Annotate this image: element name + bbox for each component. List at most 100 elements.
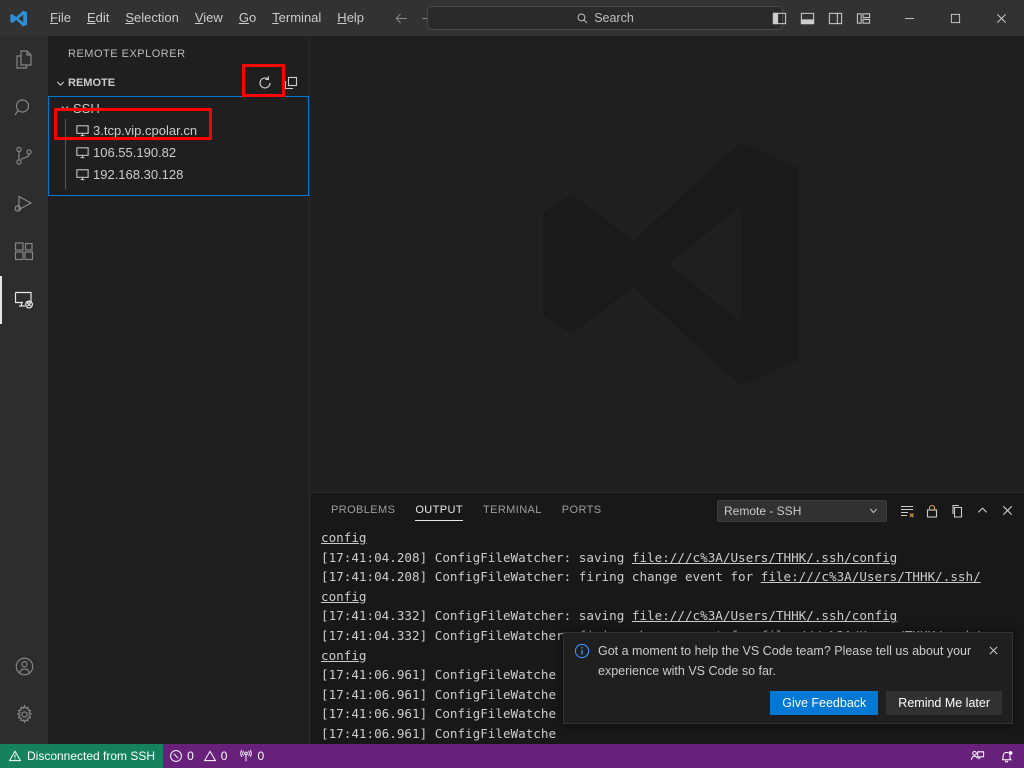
output-link[interactable]: config — [321, 530, 367, 545]
output-line: config — [321, 587, 1024, 607]
warning-triangle-icon — [203, 749, 217, 763]
window-right-controls — [766, 0, 1024, 36]
status-feedback[interactable] — [964, 744, 991, 768]
layout-panel-icon[interactable] — [794, 5, 820, 31]
output-link[interactable]: file:///c%3A/Users/THHK/.ssh/config — [632, 608, 897, 623]
output-text: [17:41:06.961] ConfigFileWatche — [321, 687, 556, 702]
tree-group-ssh[interactable]: SSH — [49, 97, 308, 119]
output-text: [17:41:04.208] ConfigFileWatcher: firing… — [321, 569, 761, 584]
output-text: [17:41:06.961] ConfigFileWatche — [321, 706, 556, 721]
window-close-button[interactable] — [978, 0, 1024, 36]
menu-help[interactable]: Help — [329, 7, 372, 29]
menu-file[interactable]: File — [42, 7, 79, 29]
gear-icon — [13, 703, 36, 726]
remind-me-later-button[interactable]: Remind Me later — [886, 691, 1002, 715]
panel-tab-ports[interactable]: PORTS — [552, 493, 612, 528]
output-line: [17:41:04.332] ConfigFileWatcher: saving… — [321, 606, 1024, 626]
layout-sidebar-left-icon[interactable] — [766, 5, 792, 31]
vscode-window: File Edit Selection View Go Terminal Hel… — [0, 0, 1024, 768]
feedback-person-icon — [970, 749, 985, 764]
tree-item-host-1[interactable]: 3.tcp.vip.cpolar.cn — [49, 119, 308, 141]
search-input[interactable]: Search — [427, 6, 783, 30]
clear-output-icon[interactable] — [896, 500, 918, 522]
panel-tab-problems[interactable]: PROBLEMS — [321, 493, 405, 528]
status-remote-indicator[interactable]: Disconnected from SSH — [0, 744, 163, 768]
menu-edit[interactable]: Edit — [79, 7, 117, 29]
output-link[interactable]: file:///c%3A/Users/THHK/.ssh/ — [761, 569, 981, 584]
output-line: [17:41:04.208] ConfigFileWatcher: saving… — [321, 548, 1024, 568]
status-ports-count: 0 — [257, 749, 264, 763]
open-in-editor-icon[interactable] — [946, 500, 968, 522]
menu-go[interactable]: Go — [231, 7, 264, 29]
activitybar-item-search[interactable] — [0, 84, 48, 132]
remote-tree: SSH 3.tcp.vip.cpolar.cn 106.55.190.82 — [48, 96, 309, 196]
vscode-logo-icon — [0, 0, 36, 36]
window-minimize-button[interactable] — [886, 0, 932, 36]
give-feedback-button[interactable]: Give Feedback — [770, 691, 878, 715]
tree-item-host-3[interactable]: 192.168.30.128 — [49, 163, 308, 185]
remote-section-actions — [255, 73, 301, 93]
menu-selection[interactable]: Selection — [117, 7, 186, 29]
window-maximize-button[interactable] — [932, 0, 978, 36]
menu-view[interactable]: View — [187, 7, 231, 29]
layout-customize-icon[interactable] — [850, 5, 876, 31]
files-icon — [12, 48, 36, 72]
chevron-down-icon — [57, 102, 73, 114]
output-link[interactable]: config — [321, 648, 367, 663]
panel-tab-terminal[interactable]: TERMINAL — [473, 493, 552, 528]
output-text: [17:41:04.208] ConfigFileWatcher: saving — [321, 550, 632, 565]
panel-actions: Remote - SSH — [717, 493, 1018, 528]
notification-toast: Got a moment to help the VS Code team? P… — [563, 632, 1013, 724]
tree-group-label: SSH — [73, 101, 100, 116]
remote-section-header[interactable]: REMOTE — [48, 71, 309, 95]
tree-item-host-2[interactable]: 106.55.190.82 — [49, 141, 308, 163]
output-line: [17:41:04.208] ConfigFileWatcher: firing… — [321, 567, 1024, 587]
notification-close-icon[interactable] — [984, 641, 1002, 659]
panel-tab-output[interactable]: OUTPUT — [405, 493, 473, 528]
extensions-icon — [12, 240, 36, 264]
activitybar-item-remote-explorer[interactable] — [0, 276, 48, 324]
status-problems[interactable]: 0 0 — [163, 744, 233, 768]
info-icon — [574, 643, 590, 659]
search-icon — [12, 96, 36, 120]
layout-controls — [766, 5, 876, 31]
chevron-up-icon[interactable] — [971, 500, 993, 522]
sidebar-title: REMOTE EXPLORER — [48, 36, 309, 71]
activitybar-item-explorer[interactable] — [0, 36, 48, 84]
refresh-icon[interactable] — [255, 73, 275, 93]
activitybar-item-accounts[interactable] — [0, 642, 48, 690]
activitybar-item-run-and-debug[interactable] — [0, 180, 48, 228]
activity-bar — [0, 36, 48, 744]
activitybar-item-source-control[interactable] — [0, 132, 48, 180]
status-warning-count: 0 — [221, 749, 228, 763]
status-error-count: 0 — [187, 749, 194, 763]
new-window-icon[interactable] — [281, 73, 301, 93]
chevron-down-icon — [52, 75, 68, 91]
layout-sidebar-right-icon[interactable] — [822, 5, 848, 31]
activitybar-item-settings[interactable] — [0, 690, 48, 738]
output-channel-value: Remote - SSH — [724, 504, 801, 518]
notification-message: Got a moment to help the VS Code team? P… — [598, 641, 976, 681]
radio-tower-icon — [239, 749, 253, 763]
close-icon[interactable] — [996, 500, 1018, 522]
error-circle-icon — [169, 749, 183, 763]
remote-explorer-icon — [12, 288, 36, 312]
output-link[interactable]: file:///c%3A/Users/THHK/.ssh/config — [632, 550, 897, 565]
title-bar: File Edit Selection View Go Terminal Hel… — [0, 0, 1024, 36]
remote-host-icon — [71, 145, 93, 160]
status-notifications[interactable] — [993, 744, 1020, 768]
output-link[interactable]: config — [321, 589, 367, 604]
lock-icon[interactable] — [921, 500, 943, 522]
output-channel-select[interactable]: Remote - SSH — [717, 500, 887, 522]
tree-item-label: 3.tcp.vip.cpolar.cn — [93, 123, 197, 138]
menu-terminal[interactable]: Terminal — [264, 7, 329, 29]
output-text: [17:41:04.332] ConfigFileWatcher: saving — [321, 608, 632, 623]
status-remote-label: Disconnected from SSH — [27, 749, 155, 763]
output-text: [17:41:06.961] ConfigFileWatche — [321, 667, 556, 682]
output-text: [17:41:06.961] ConfigFileWatche — [321, 726, 556, 741]
status-ports[interactable]: 0 — [233, 744, 270, 768]
go-back-icon[interactable] — [390, 7, 412, 29]
remote-section-label: REMOTE — [68, 77, 115, 89]
run-debug-icon — [12, 192, 36, 216]
activitybar-item-extensions[interactable] — [0, 228, 48, 276]
